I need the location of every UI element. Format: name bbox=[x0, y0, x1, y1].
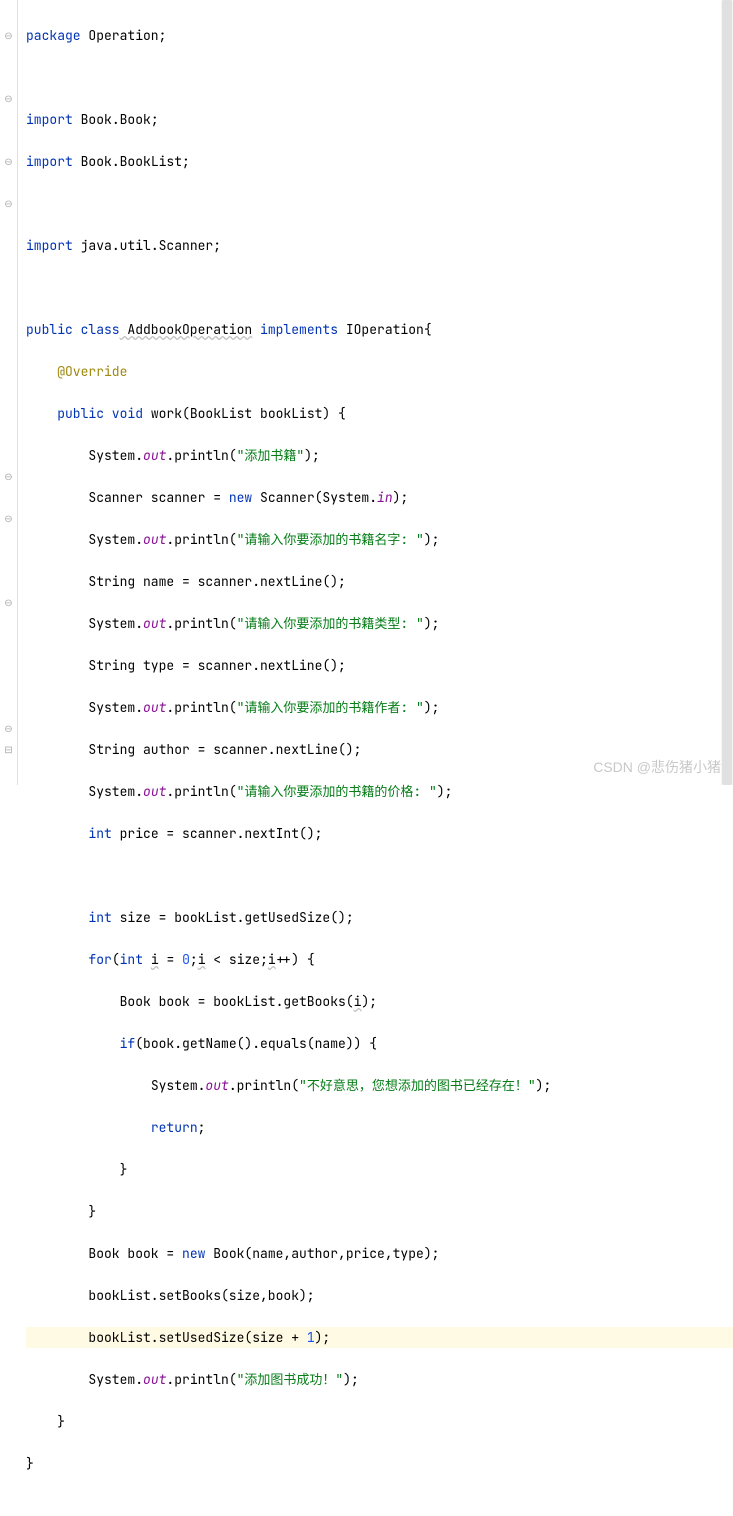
fold-mark[interactable] bbox=[0, 445, 17, 466]
scrollbar-thumb[interactable] bbox=[722, 0, 732, 785]
fold-mark[interactable]: ⊖ bbox=[0, 25, 17, 46]
code-line[interactable]: Book book = new Book(name,author,price,t… bbox=[26, 1243, 733, 1264]
code-line[interactable]: String name = scanner.nextLine(); bbox=[26, 571, 733, 592]
fold-mark[interactable] bbox=[0, 634, 17, 655]
code-line[interactable]: if(book.getName().equals(name)) { bbox=[26, 1033, 733, 1054]
fold-mark[interactable] bbox=[0, 655, 17, 676]
code-line[interactable]: int size = bookList.getUsedSize(); bbox=[26, 907, 733, 928]
code-line[interactable]: } bbox=[26, 1201, 733, 1222]
code-line[interactable]: System.out.println("不好意思，您想添加的图书已经存在！"); bbox=[26, 1075, 733, 1096]
fold-mark[interactable]: ⊖ bbox=[0, 592, 17, 613]
code-line[interactable]: } bbox=[26, 1411, 733, 1432]
fold-mark[interactable]: ⊖ bbox=[0, 466, 17, 487]
fold-mark[interactable] bbox=[0, 109, 17, 130]
fold-mark[interactable] bbox=[0, 256, 17, 277]
code-line[interactable]: System.out.println("添加书籍"); bbox=[26, 445, 733, 466]
fold-mark[interactable] bbox=[0, 550, 17, 571]
fold-mark[interactable] bbox=[0, 571, 17, 592]
code-line[interactable]: } bbox=[26, 1159, 733, 1180]
editor-gutter[interactable]: ⊖ ⊖ ⊖ ⊖ ⊖ ⊖ ⊖ ⊖ ⊟ bbox=[0, 0, 18, 785]
fold-mark[interactable] bbox=[0, 613, 17, 634]
code-line[interactable]: for(int i = 0;i < size;i++) { bbox=[26, 949, 733, 970]
fold-mark[interactable] bbox=[0, 67, 17, 88]
fold-mark[interactable] bbox=[0, 46, 17, 67]
fold-mark[interactable] bbox=[0, 403, 17, 424]
fold-mark[interactable] bbox=[0, 130, 17, 151]
fold-mark[interactable] bbox=[0, 277, 17, 298]
fold-mark[interactable]: ⊖ bbox=[0, 151, 17, 172]
code-content[interactable]: package Operation; import Book.Book; imp… bbox=[18, 0, 733, 785]
fold-mark[interactable] bbox=[0, 298, 17, 319]
fold-mark[interactable]: ⊖ bbox=[0, 508, 17, 529]
code-line[interactable]: return; bbox=[26, 1117, 733, 1138]
fold-mark[interactable] bbox=[0, 4, 17, 25]
code-line-highlighted[interactable]: bookList.setUsedSize(size + 1); bbox=[26, 1327, 733, 1348]
code-line[interactable]: public void work(BookList bookList) { bbox=[26, 403, 733, 424]
code-line[interactable]: Scanner scanner = new Scanner(System.in)… bbox=[26, 487, 733, 508]
code-line[interactable]: String author = scanner.nextLine(); bbox=[26, 739, 733, 760]
code-line[interactable]: Book book = bookList.getBooks(i); bbox=[26, 991, 733, 1012]
code-line[interactable] bbox=[26, 67, 733, 88]
fold-mark[interactable] bbox=[0, 424, 17, 445]
fold-mark[interactable] bbox=[0, 214, 17, 235]
fold-mark[interactable]: ⊖ bbox=[0, 718, 17, 739]
fold-mark[interactable] bbox=[0, 319, 17, 340]
code-editor[interactable]: ⊖ ⊖ ⊖ ⊖ ⊖ ⊖ ⊖ ⊖ ⊟ package Opera bbox=[0, 0, 733, 785]
fold-mark[interactable]: ⊖ bbox=[0, 193, 17, 214]
code-line[interactable]: package Operation; bbox=[26, 25, 733, 46]
code-line[interactable]: System.out.println("添加图书成功！"); bbox=[26, 1369, 733, 1390]
fold-mark[interactable] bbox=[0, 172, 17, 193]
fold-mark[interactable] bbox=[0, 361, 17, 382]
code-line[interactable]: import Book.Book; bbox=[26, 109, 733, 130]
fold-mark[interactable] bbox=[0, 487, 17, 508]
fold-mark[interactable] bbox=[0, 340, 17, 361]
fold-mark[interactable] bbox=[0, 235, 17, 256]
code-line[interactable]: public class AddbookOperation implements… bbox=[26, 319, 733, 340]
scrollbar-vertical[interactable] bbox=[721, 0, 733, 785]
fold-mark[interactable] bbox=[0, 529, 17, 550]
code-line[interactable]: System.out.println("请输入你要添加的书籍名字: "); bbox=[26, 529, 733, 550]
fold-mark[interactable] bbox=[0, 382, 17, 403]
fold-mark[interactable] bbox=[0, 697, 17, 718]
code-line[interactable]: @Override bbox=[26, 361, 733, 382]
fold-mark[interactable]: ⊟ bbox=[0, 739, 17, 760]
code-line[interactable] bbox=[26, 193, 733, 214]
code-line[interactable]: import Book.BookList; bbox=[26, 151, 733, 172]
fold-mark[interactable]: ⊖ bbox=[0, 88, 17, 109]
code-line[interactable] bbox=[26, 865, 733, 886]
code-line[interactable]: } bbox=[26, 1453, 733, 1474]
code-line[interactable] bbox=[26, 277, 733, 298]
fold-mark[interactable] bbox=[0, 676, 17, 697]
code-line[interactable]: bookList.setBooks(size,book); bbox=[26, 1285, 733, 1306]
code-line[interactable]: System.out.println("请输入你要添加的书籍的价格: "); bbox=[26, 781, 733, 802]
code-line[interactable]: System.out.println("请输入你要添加的书籍作者: "); bbox=[26, 697, 733, 718]
code-line[interactable]: import java.util.Scanner; bbox=[26, 235, 733, 256]
code-line[interactable]: System.out.println("请输入你要添加的书籍类型: "); bbox=[26, 613, 733, 634]
code-line[interactable]: String type = scanner.nextLine(); bbox=[26, 655, 733, 676]
code-line[interactable]: int price = scanner.nextInt(); bbox=[26, 823, 733, 844]
